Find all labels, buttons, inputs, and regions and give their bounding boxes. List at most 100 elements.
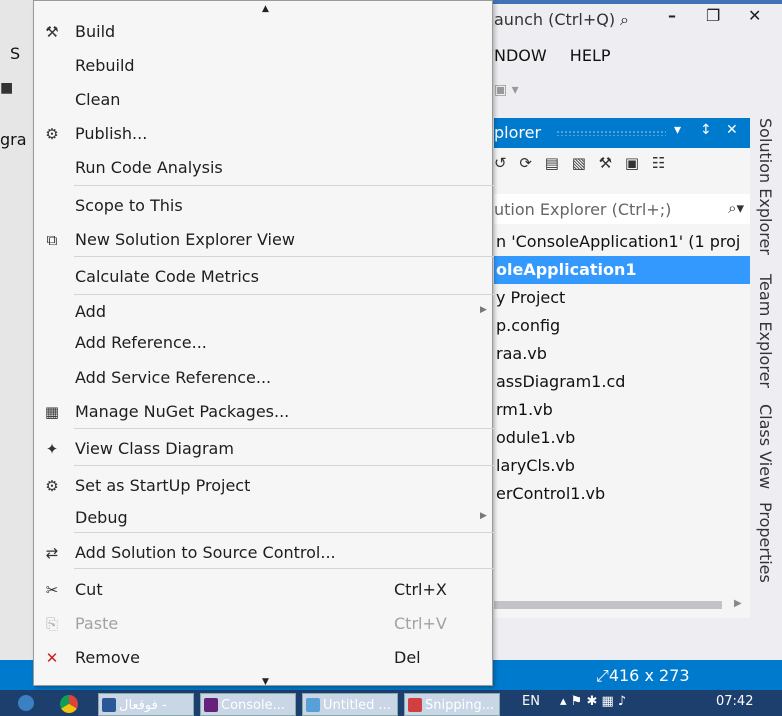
- close-icon[interactable]: ✕: [748, 6, 761, 25]
- menu-item-remove[interactable]: ✕ Remove Del: [34, 643, 492, 673]
- taskbar-item-untitled[interactable]: Untitled ...: [302, 693, 398, 716]
- menu-item-cut[interactable]: ✂ Cut Ctrl+X: [34, 575, 492, 605]
- menu-item-scope-to-this[interactable]: Scope to This: [34, 191, 492, 221]
- search-placeholder: ution Explorer (Ctrl+;): [494, 200, 672, 219]
- tree-item[interactable]: oleApplication1: [494, 256, 750, 284]
- search-icon[interactable]: ⌕▾: [728, 199, 744, 217]
- tab-properties[interactable]: Properties: [756, 502, 775, 583]
- tree-item[interactable]: rm1.vb: [494, 396, 750, 424]
- restore-icon[interactable]: ❐: [706, 6, 720, 25]
- tab-class-view[interactable]: Class View: [756, 404, 775, 489]
- menu-bar: NDOW HELP: [494, 46, 629, 65]
- scroll-right-arrow-icon[interactable]: ▶: [734, 598, 742, 609]
- windows-taskbar: فوقعال - Console... Untitled ... Snippin…: [0, 690, 782, 716]
- menu-item-label: Publish...: [75, 124, 148, 143]
- menu-item-manage-nuget-packages[interactable]: ▦ Manage NuGet Packages...: [34, 397, 492, 427]
- left-strip: [0, 0, 34, 716]
- menu-item-build[interactable]: ⚒ Build: [34, 17, 492, 47]
- menu-item-view-class-diagram[interactable]: ✦ View Class Diagram: [34, 434, 492, 464]
- tray-icons[interactable]: ▴ ⚑ ✱ ▦ ♪: [560, 694, 626, 709]
- side-tab-strip: Solution Explorer Team Explorer Class Vi…: [752, 118, 782, 598]
- menu-item-run-code-analysis[interactable]: Run Code Analysis: [34, 153, 492, 183]
- tree-item-solution[interactable]: n 'ConsoleApplication1' (1 proj: [494, 228, 750, 256]
- language-indicator[interactable]: EN: [522, 694, 540, 709]
- properties-icon[interactable]: ⚒: [599, 154, 612, 172]
- menu-item-paste[interactable]: ⎘ Paste Ctrl+V: [34, 609, 492, 639]
- tree-item[interactable]: odule1.vb: [494, 424, 750, 452]
- title-grip: [556, 130, 666, 136]
- menu-item-label: Add: [75, 302, 106, 321]
- paste-icon: ⎘: [45, 615, 58, 633]
- start-button-icon[interactable]: [18, 695, 34, 711]
- chrome-icon[interactable]: [60, 695, 78, 713]
- menu-item-rebuild[interactable]: Rebuild: [34, 51, 492, 81]
- menu-item-add[interactable]: Add ▶: [34, 297, 492, 327]
- menu-item-label: Rebuild: [75, 56, 135, 75]
- source-control-icon: ⇄: [45, 544, 59, 562]
- menu-item-label: Paste: [75, 614, 119, 633]
- menu-item-label: Manage NuGet Packages...: [75, 402, 290, 421]
- solution-explorer-toolbar: ↺ ⟳ ▤ ▧ ⚒ ▣ ☷: [494, 154, 750, 184]
- menu-item-set-as-startup-project[interactable]: ⚙ Set as StartUp Project: [34, 471, 492, 501]
- clock[interactable]: 07:42: [716, 694, 753, 709]
- menu-help[interactable]: HELP: [570, 46, 611, 65]
- menu-item-label: Build: [75, 22, 116, 41]
- menu-item-label: Set as StartUp Project: [75, 476, 251, 495]
- menu-shortcut: Ctrl+X: [394, 580, 447, 599]
- tree-item[interactable]: raa.vb: [494, 340, 750, 368]
- gear-icon: ⚙: [45, 477, 59, 495]
- build-icon: ⚒: [45, 23, 59, 41]
- search-icon[interactable]: ⌕: [620, 10, 629, 30]
- quick-launch-input[interactable]: aunch (Ctrl+Q): [494, 10, 615, 29]
- menu-item-add-service-reference[interactable]: Add Service Reference...: [34, 363, 492, 393]
- show-files-icon[interactable]: ▧: [572, 154, 586, 172]
- solution-explorer-search[interactable]: ution Explorer (Ctrl+;) ⌕▾: [494, 194, 750, 224]
- tree-item[interactable]: erControl1.vb: [494, 480, 750, 508]
- menu-item-clean[interactable]: Clean: [34, 85, 492, 115]
- scissors-icon: ✂: [45, 581, 59, 599]
- menu-separator: [74, 256, 494, 257]
- menu-separator: [74, 294, 494, 295]
- menu-item-label: Add Service Reference...: [75, 368, 272, 387]
- toolbar-dropdown-icon[interactable]: ▣ ▾: [494, 82, 519, 98]
- left-menu-fragment: S: [10, 44, 21, 63]
- selection-dimensions: ⤢416 x 273: [596, 666, 690, 685]
- menu-scroll-down-icon[interactable]: ▼: [262, 677, 269, 687]
- tab-solution-explorer[interactable]: Solution Explorer: [756, 118, 775, 255]
- taskbar-item-snipping[interactable]: Snipping...: [404, 693, 500, 716]
- tab-team-explorer[interactable]: Team Explorer: [756, 274, 775, 388]
- horizontal-scrollbar[interactable]: ▶: [494, 598, 750, 612]
- dropdown-arrow-icon[interactable]: ▾: [674, 122, 681, 138]
- menu-item-add-solution-to-source-control[interactable]: ⇄ Add Solution to Source Control...: [34, 538, 492, 568]
- menu-window[interactable]: NDOW: [494, 46, 547, 65]
- menu-item-debug[interactable]: Debug ▶: [34, 503, 492, 533]
- taskbar-item-console[interactable]: Console...: [200, 693, 296, 716]
- minimize-icon[interactable]: –: [668, 6, 676, 25]
- menu-item-calculate-code-metrics[interactable]: Calculate Code Metrics: [34, 262, 492, 292]
- menu-item-add-reference[interactable]: Add Reference...: [34, 328, 492, 358]
- menu-item-label: Debug: [75, 508, 128, 527]
- nuget-icon: ▦: [44, 403, 60, 421]
- menu-item-new-solution-explorer-view[interactable]: ⧉ New Solution Explorer View: [34, 225, 492, 255]
- collapse-all-icon[interactable]: ▤: [545, 154, 559, 172]
- taskbar-item-word[interactable]: فوقعال -: [98, 693, 194, 716]
- back-icon[interactable]: ↺: [494, 154, 507, 172]
- solution-explorer-panel: plorer ▾ ↕ ✕ ↺ ⟳ ▤ ▧ ⚒ ▣ ☷ ution Explore…: [494, 118, 750, 618]
- menu-item-publish[interactable]: ⚙ Publish...: [34, 119, 492, 149]
- tree-item[interactable]: y Project: [494, 284, 750, 312]
- menu-item-label: New Solution Explorer View: [75, 230, 295, 249]
- tree-item[interactable]: p.config: [494, 312, 750, 340]
- preview-icon[interactable]: ▣: [625, 154, 639, 172]
- menu-item-label: Clean: [75, 90, 121, 109]
- panel-close-icon[interactable]: ✕: [726, 122, 738, 138]
- tree-item[interactable]: laryCls.vb: [494, 452, 750, 480]
- sync-icon[interactable]: ⟳: [519, 154, 532, 172]
- tree-item[interactable]: assDiagram1.cd: [494, 368, 750, 396]
- menu-scroll-up-icon[interactable]: ▲: [262, 4, 269, 14]
- solution-explorer-title: plorer: [494, 123, 542, 142]
- scrollbar-thumb[interactable]: [494, 601, 722, 609]
- solution-explorer-titlebar: plorer ▾ ↕ ✕: [494, 118, 750, 148]
- pin-icon[interactable]: ↕: [700, 122, 712, 138]
- submenu-arrow-icon: ▶: [480, 305, 487, 315]
- class-view-icon[interactable]: ☷: [652, 154, 665, 172]
